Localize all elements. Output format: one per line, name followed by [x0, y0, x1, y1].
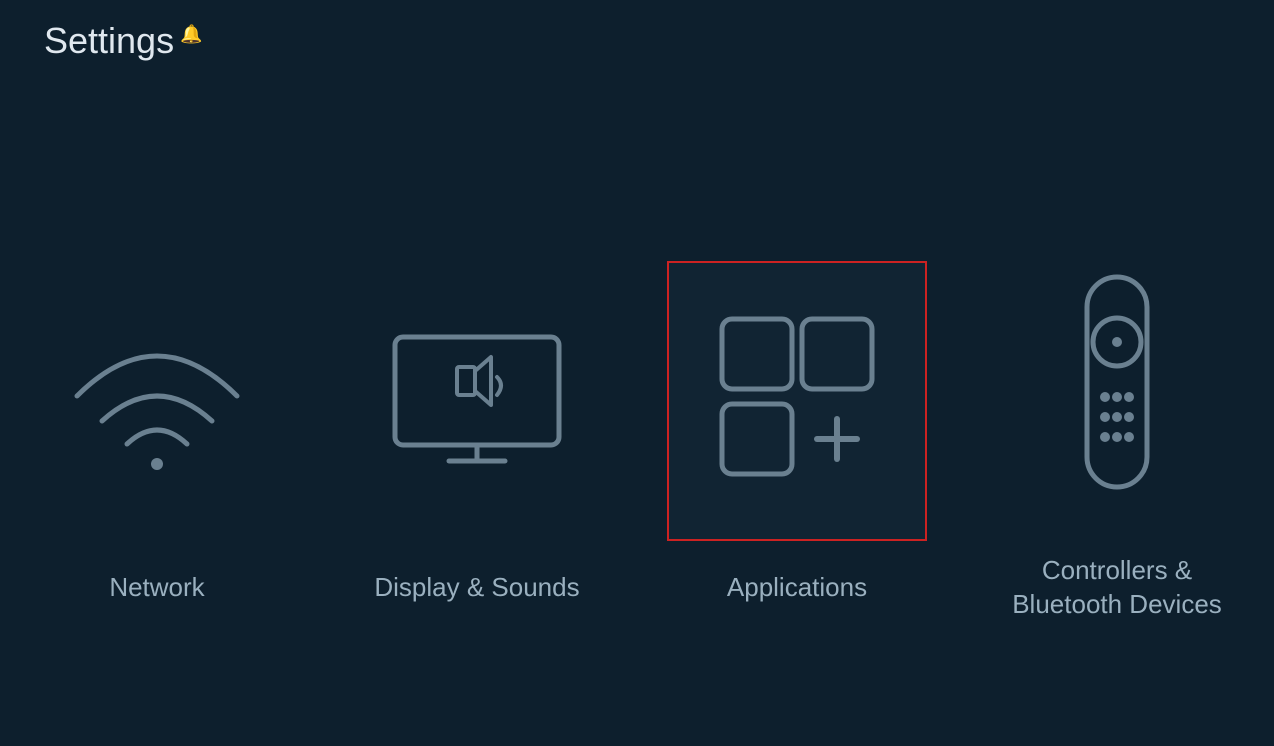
- settings-item-network[interactable]: Network: [27, 261, 287, 605]
- controllers-icon-wrapper: [987, 244, 1247, 524]
- applications-label: Applications: [727, 571, 867, 605]
- display-icon: [387, 329, 567, 474]
- settings-grid: Network: [0, 120, 1274, 746]
- network-icon-wrapper: [27, 261, 287, 541]
- network-label: Network: [109, 571, 204, 605]
- settings-item-applications[interactable]: Applications: [667, 261, 927, 605]
- bell-icon: 🔔: [180, 24, 202, 45]
- settings-item-controllers[interactable]: Controllers & Bluetooth Devices: [987, 244, 1247, 622]
- apps-icon: [702, 309, 892, 494]
- wifi-icon: [67, 326, 247, 476]
- display-sounds-label: Display & Sounds: [374, 571, 579, 605]
- applications-icon-wrapper: [667, 261, 927, 541]
- title-text: Settings: [44, 20, 174, 62]
- controllers-label: Controllers & Bluetooth Devices: [987, 554, 1247, 622]
- settings-item-display-sounds[interactable]: Display & Sounds: [347, 261, 607, 605]
- page-title: Settings 🔔: [44, 20, 203, 62]
- remote-icon: [1067, 267, 1167, 502]
- display-icon-wrapper: [347, 261, 607, 541]
